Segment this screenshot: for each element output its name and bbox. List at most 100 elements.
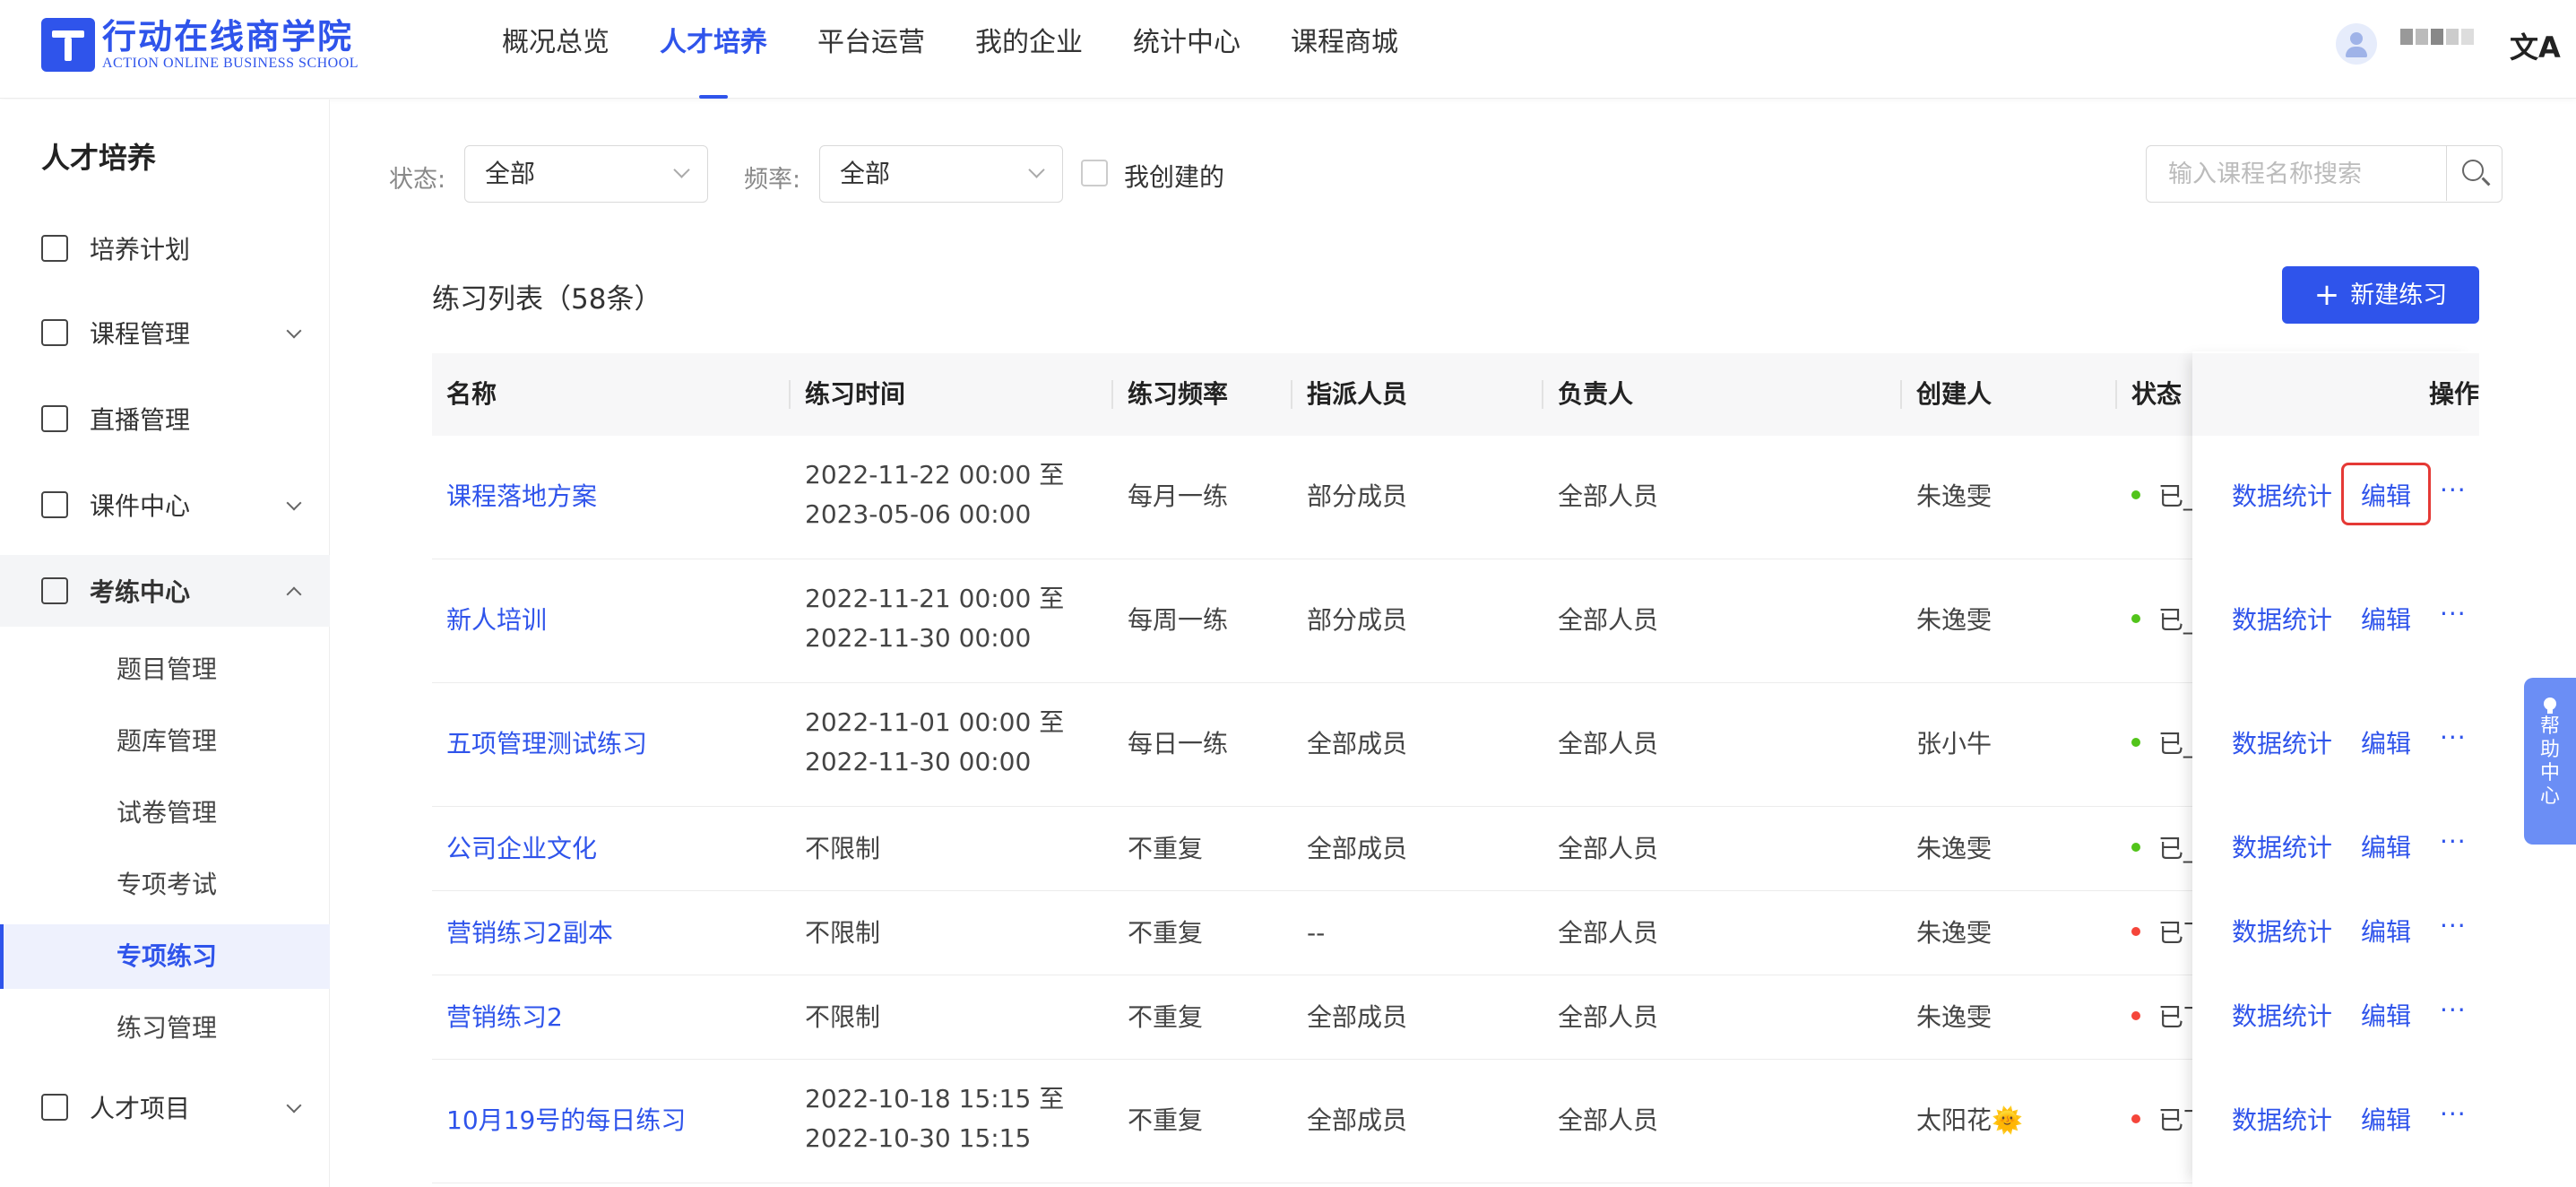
username-redacted[interactable] — [2400, 29, 2474, 45]
logo-title: 行动在线商学院 — [102, 17, 354, 56]
new-practice-button[interactable]: + 新建练习 — [2282, 266, 2479, 324]
more-icon[interactable]: ··· — [2440, 995, 2467, 1025]
data-stats-link[interactable]: 数据统计 — [2232, 828, 2332, 864]
practice-list-title: 练习列表（58条） — [432, 283, 662, 316]
practice-name-link[interactable]: 新人培训 — [446, 601, 547, 640]
table-row: 新人培训 2022-11-21 00:00 至 2022-11-30 00:00… — [432, 559, 2479, 683]
status-dot-icon — [2131, 490, 2140, 499]
nav-talent-development[interactable]: 人才培养 — [660, 0, 767, 99]
column-creator: 创建人 — [1900, 353, 1992, 436]
search-icon[interactable] — [2446, 146, 2502, 201]
sidebar-item-course-management[interactable]: 课程管理 — [0, 297, 330, 368]
owner: 全部人员 — [1558, 1002, 1659, 1032]
sidebar-subitem-question-bank[interactable]: 题库管理 — [0, 709, 330, 774]
sidebar-subitem-special-exam[interactable]: 专项考试 — [0, 853, 330, 917]
sidebar-item-exam-center[interactable]: 考练中心 — [0, 555, 330, 627]
creator: 太阳花🌞 — [1916, 1105, 2023, 1135]
nav-overview[interactable]: 概况总览 — [502, 0, 609, 99]
more-icon[interactable]: ··· — [2440, 723, 2467, 752]
created-by-me-checkbox[interactable] — [1081, 160, 1108, 186]
created-by-me-label[interactable]: 我创建的 — [1124, 158, 1224, 194]
status-dot-icon — [2131, 1114, 2140, 1123]
table-row: 公司企业文化 不限制 不重复 全部成员 全部人员 朱逸雯 已_ — [432, 807, 2479, 891]
edit-link[interactable]: 编辑 — [2361, 1101, 2411, 1137]
search-input[interactable] — [2148, 148, 2433, 200]
practice-frequency: 每月一练 — [1128, 481, 1229, 511]
practice-name-link[interactable]: 营销练习2副本 — [446, 914, 613, 953]
status-select-value: 全部 — [485, 159, 536, 188]
practice-name-link[interactable]: 五项管理测试练习 — [446, 724, 647, 764]
status-dot-icon — [2131, 738, 2140, 747]
chevron-down-icon — [286, 495, 302, 511]
practice-name-link[interactable]: 10月19号的每日练习 — [446, 1101, 686, 1140]
data-stats-link[interactable]: 数据统计 — [2232, 1101, 2332, 1137]
practice-time-start: 2022-11-22 00:00 至 — [805, 460, 1065, 490]
data-stats-link[interactable]: 数据统计 — [2232, 997, 2332, 1033]
nav-course-mall[interactable]: 课程商城 — [1291, 0, 1398, 99]
edit-link[interactable]: 编辑 — [2361, 724, 2411, 760]
practice-name-link[interactable]: 公司企业文化 — [446, 829, 597, 869]
more-icon[interactable]: ··· — [2440, 475, 2467, 505]
sidebar-subitem-practice-management[interactable]: 练习管理 — [0, 996, 330, 1061]
sidebar-item-label: 考练中心 — [90, 577, 191, 607]
status-filter-label: 状态: — [389, 166, 446, 194]
frequency-select-value: 全部 — [840, 159, 891, 188]
more-icon[interactable]: ··· — [2440, 1099, 2467, 1129]
data-stats-link[interactable]: 数据统计 — [2232, 477, 2332, 513]
edit-link[interactable]: 编辑 — [2361, 997, 2411, 1033]
chevron-up-icon — [286, 586, 302, 602]
sidebar-item-courseware-center[interactable]: 课件中心 — [0, 469, 330, 541]
language-switch-icon[interactable]: 文A — [2510, 25, 2561, 66]
sidebar-item-label: 培养计划 — [90, 235, 191, 264]
practice-name-link[interactable]: 课程落地方案 — [446, 477, 597, 516]
status-dot-icon — [2131, 614, 2140, 623]
status-dot-icon — [2131, 1011, 2140, 1020]
sidebar-item-label: 人才项目 — [90, 1094, 191, 1123]
column-status: 状态 — [2115, 353, 2182, 436]
help-center-label: 帮助中心 — [2539, 715, 2560, 808]
sidebar-item-label: 直播管理 — [90, 405, 191, 435]
more-icon[interactable]: ··· — [2440, 599, 2467, 628]
nav-platform-operation[interactable]: 平台运营 — [817, 0, 925, 99]
frequency-select[interactable]: 全部 — [819, 145, 1063, 203]
status-dot-icon — [2131, 927, 2140, 936]
table-header: 名称 练习时间 练习频率 指派人员 负责人 创建人 状态 — [432, 353, 2479, 436]
sidebar-item-talent-project[interactable]: 人才项目 — [0, 1071, 330, 1143]
practice-time-end: 2022-11-30 00:00 — [805, 747, 1032, 776]
sidebar-subitem-special-practice[interactable]: 专项练习 — [0, 924, 330, 989]
sidebar-item-live-management[interactable]: 直播管理 — [0, 383, 330, 455]
edit-link[interactable]: 编辑 — [2361, 913, 2411, 949]
chevron-down-icon — [673, 161, 690, 178]
practice-frequency: 不重复 — [1128, 1105, 1204, 1135]
data-stats-link[interactable]: 数据统计 — [2232, 601, 2332, 637]
owner: 全部人员 — [1558, 918, 1659, 948]
sidebar-subitem-paper-management[interactable]: 试卷管理 — [0, 781, 330, 845]
sidebar-item-training-plan[interactable]: 培养计划 — [0, 212, 330, 284]
nav-statistics[interactable]: 统计中心 — [1133, 0, 1240, 99]
data-stats-link[interactable]: 数据统计 — [2232, 724, 2332, 760]
practice-time-start: 不限制 — [805, 918, 881, 948]
table-row: 10月19号的每日练习 2022-10-18 15:15 至 2022-10-3… — [432, 1060, 2479, 1183]
edit-highlight-box — [2341, 463, 2431, 525]
help-center-tab[interactable]: 帮助中心 — [2524, 678, 2576, 845]
status-select[interactable]: 全部 — [464, 145, 708, 203]
more-icon[interactable]: ··· — [2440, 827, 2467, 856]
practice-name-link[interactable]: 营销练习2 — [446, 998, 563, 1037]
logo[interactable]: 行动在线商学院 ACTION ONLINE BUSINESS SCHOOL — [41, 18, 359, 72]
edit-link[interactable]: 编辑 — [2361, 601, 2411, 637]
assigned-members: 全部成员 — [1307, 729, 1408, 758]
avatar[interactable] — [2336, 23, 2377, 65]
practice-time-end: 2023-05-06 00:00 — [805, 499, 1032, 529]
creator: 张小牛 — [1916, 729, 1993, 758]
table-row: 营销练习2副本 不限制 不重复 -- 全部人员 朱逸雯 已丅 — [432, 891, 2479, 975]
status-dot-icon — [2131, 843, 2140, 852]
creator: 朱逸雯 — [1916, 1002, 1993, 1032]
edit-link[interactable]: 编辑 — [2361, 828, 2411, 864]
nav-my-enterprise[interactable]: 我的企业 — [975, 0, 1083, 99]
status-badge: 已_ — [2131, 477, 2196, 513]
chevron-down-icon — [286, 323, 302, 339]
assigned-members: 全部成员 — [1307, 834, 1408, 863]
sidebar-subitem-question-management[interactable]: 题目管理 — [0, 637, 330, 702]
more-icon[interactable]: ··· — [2440, 911, 2467, 940]
data-stats-link[interactable]: 数据统计 — [2232, 913, 2332, 949]
